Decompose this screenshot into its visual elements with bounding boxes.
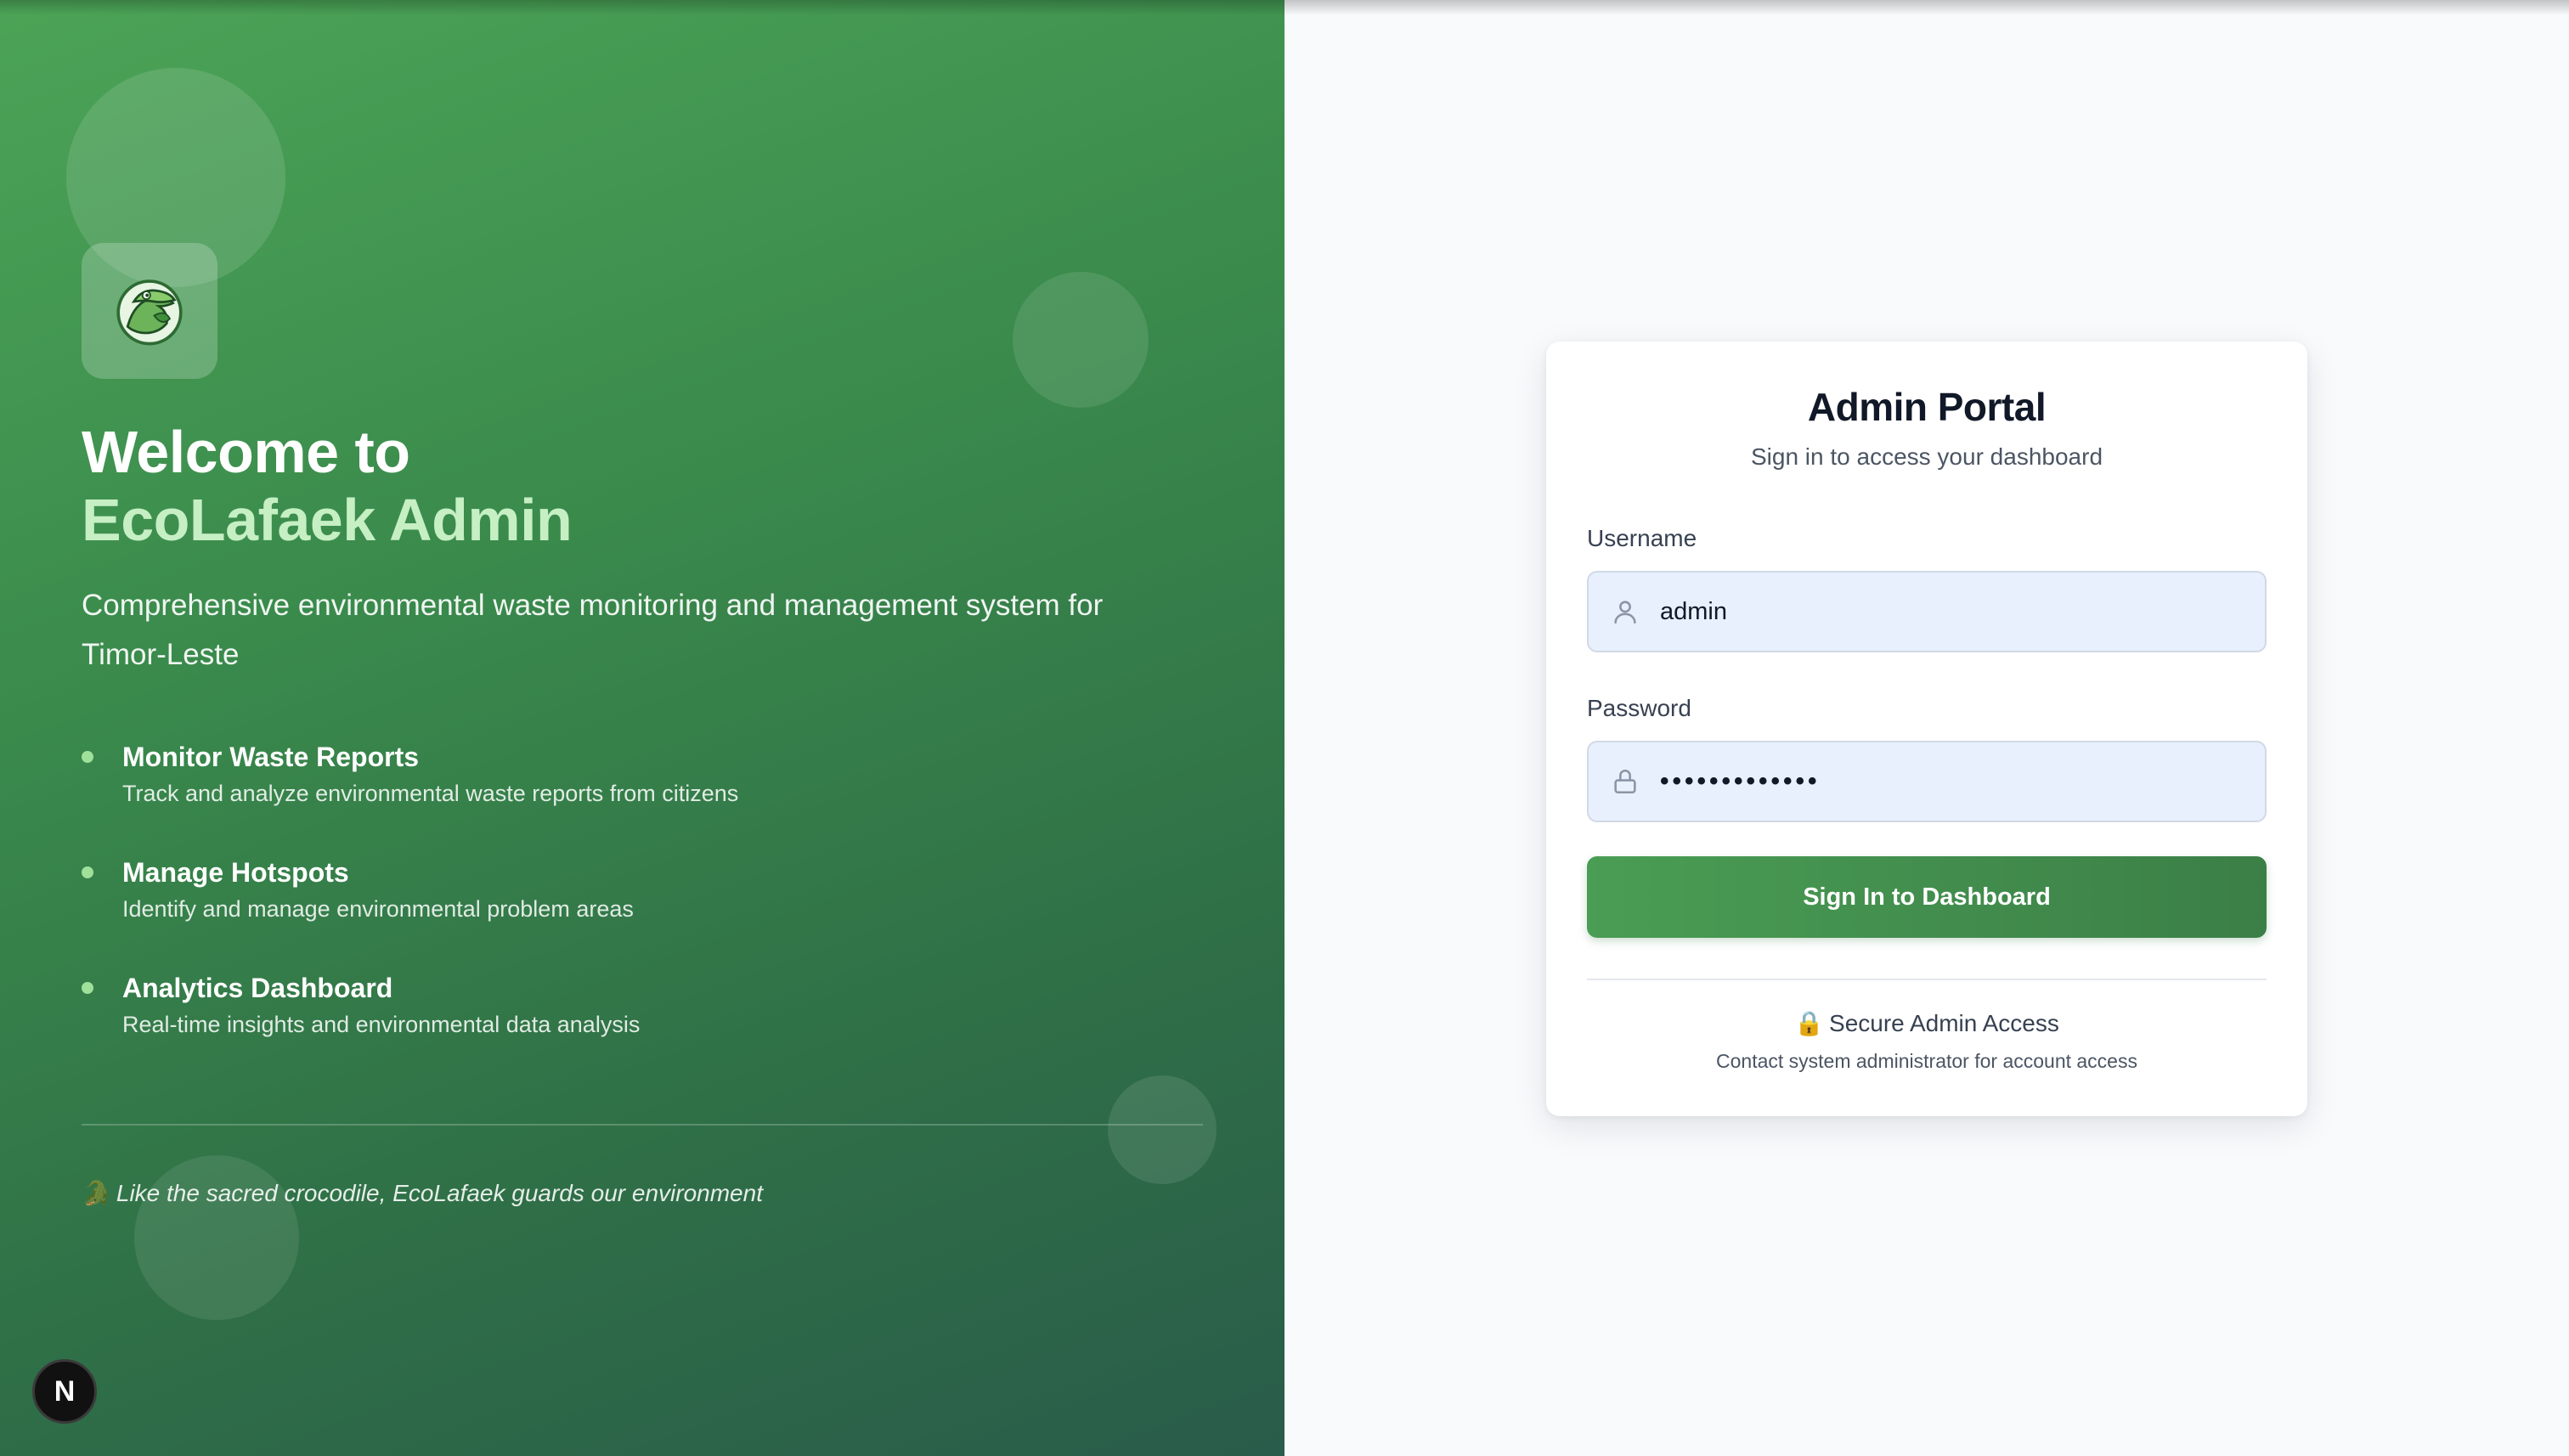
secure-access-title: 🔒 Secure Admin Access: [1546, 1009, 2307, 1037]
login-subtitle: Sign in to access your dashboard: [1750, 443, 2103, 470]
hero-divider: [82, 1124, 1203, 1126]
password-label: Password: [1587, 695, 1691, 721]
username-input[interactable]: [1658, 577, 2265, 646]
crocodile-icon: 🐊: [82, 1180, 111, 1206]
hero-panel: Welcome to EcoLafaek Admin Comprehensive…: [0, 0, 1284, 1456]
feature-description: Real-time insights and environmental dat…: [122, 1012, 641, 1037]
card-divider: [1587, 979, 2267, 980]
sign-in-button[interactable]: Sign In to Dashboard: [1587, 856, 2267, 938]
hero-title: Welcome to EcoLafaek Admin: [82, 418, 573, 554]
password-field-wrapper: [1587, 741, 2267, 822]
hero-title-brand: EcoLafaek Admin: [82, 487, 573, 553]
feature-description: Track and analyze environmental waste re…: [122, 781, 739, 806]
feature-item: Manage Hotspots Identify and manage envi…: [82, 851, 738, 967]
hero-description: Comprehensive environmental waste monito…: [82, 589, 1104, 671]
padlock-icon: 🔒: [1794, 1010, 1825, 1036]
bullet-dot-icon: [82, 866, 93, 878]
app-logo: [82, 243, 217, 379]
login-card: Admin Portal Sign in to access your dash…: [1546, 341, 2307, 1116]
feature-description: Identify and manage environmental proble…: [122, 896, 634, 922]
decorative-circle: [1108, 1075, 1217, 1184]
user-icon: [1611, 597, 1640, 626]
lock-icon: [1611, 767, 1640, 796]
secure-access-text: Secure Admin Access: [1829, 1010, 2059, 1036]
username-label: Username: [1587, 525, 1697, 551]
feature-title: Manage Hotspots: [122, 857, 349, 888]
feature-item: Monitor Waste Reports Track and analyze …: [82, 736, 738, 851]
feature-title: Monitor Waste Reports: [122, 742, 420, 772]
hero-quote-text: Like the sacred crocodile, EcoLafaek gua…: [116, 1180, 763, 1206]
hero-title-line1: Welcome to: [82, 419, 410, 485]
bullet-dot-icon: [82, 751, 93, 763]
feature-item: Analytics Dashboard Real-time insights a…: [82, 967, 738, 1082]
feature-title: Analytics Dashboard: [122, 973, 393, 1003]
bullet-dot-icon: [82, 982, 93, 994]
crocodile-logo-icon: [116, 279, 183, 346]
feature-list: Monitor Waste Reports Track and analyze …: [82, 736, 738, 1082]
username-field-wrapper: [1587, 571, 2267, 652]
dev-tools-button[interactable]: N: [32, 1359, 97, 1424]
hero-quote: 🐊 Like the sacred crocodile, EcoLafaek gu…: [82, 1179, 763, 1207]
decorative-circle: [1013, 272, 1149, 408]
login-title: Admin Portal: [1807, 385, 2047, 429]
password-input[interactable]: [1658, 747, 2265, 816]
secure-access-note: Contact system administrator for account…: [1716, 1050, 2137, 1072]
